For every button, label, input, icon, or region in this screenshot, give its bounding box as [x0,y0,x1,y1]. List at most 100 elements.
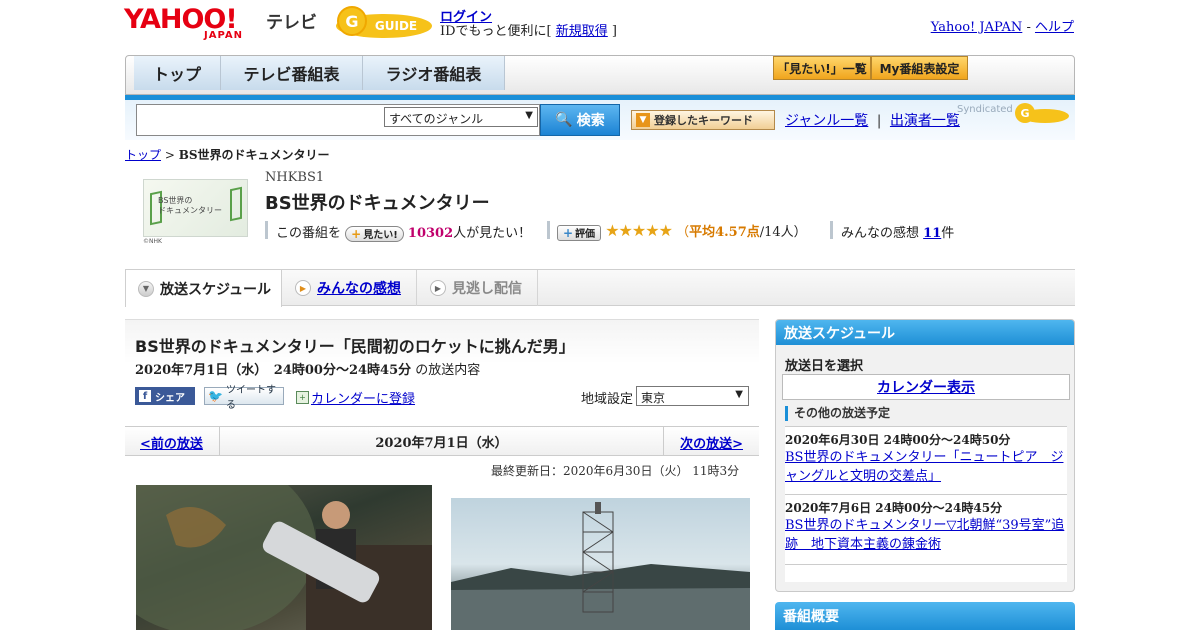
schedule-item-time: 2020年6月30日 24時00分～24時50分 [785,433,1011,447]
region-selected: 東京 [641,391,666,405]
calendar-register[interactable]: + カレンダーに登録 [296,388,415,407]
meta-divider [547,221,550,239]
thumb-text-line1: BS世界の [158,196,193,205]
other-schedule-list: 2020年6月30日 24時00分～24時50分 BS世界のドキュメンタリー「ニ… [785,426,1067,582]
channel-name: NHKBS1 [265,170,325,185]
reviews-count-link[interactable]: 11 [923,226,941,241]
svg-text:G: G [345,12,358,31]
calendar-display-button[interactable]: カレンダー表示 [782,374,1070,400]
login-suffix: ] [607,24,617,39]
mitai-group: この番組を + 見たい! 10302人が見たい！ [276,222,531,242]
signup-link[interactable]: 新規取得 [556,24,608,39]
my-schedule-button[interactable]: My番組表設定 [871,56,968,80]
next-episode-link[interactable]: 次の放送> [680,433,743,452]
episode-nav: <前の放送 2020年7月1日（水） 次の放送> [125,426,759,456]
tab-schedule-label: 放送スケジュール [160,281,272,298]
region-label: 地域設定 [581,392,634,407]
program-tabs: ▼ 放送スケジュール ▶ みんなの感想 ▶ 見逃し配信 [125,269,1075,307]
reviews-suffix: 件 [941,226,955,241]
plus-icon: + [351,226,362,241]
facebook-icon: f [139,390,151,402]
list-item: 2020年6月30日 24時00分～24時50分 BS世界のドキュメンタリー「ニ… [785,426,1067,486]
list-item: 2020年7月6日 24時00分～24時45分 BS世界のドキュメンタリー▽北朝… [785,494,1067,554]
tab-vod-label: 見逃し配信 [452,281,522,297]
episode-photo-man [136,485,432,630]
facebook-share-button[interactable]: f シェア [135,387,195,405]
thumb-title: BS世界の ドキュメンタリー [158,196,222,216]
triangle-down-icon: ▼ [636,113,650,127]
tv-logo-label[interactable]: テレビ [266,8,317,33]
global-nav: トップ テレビ番組表 ラジオ番組表 「見たい!」一覧 My番組表設定 [125,55,1075,100]
syndicated-label: Syndicated [957,104,1013,115]
search-links-sep: | [876,113,882,129]
search-button[interactable]: 🔍 検索 [540,104,620,136]
star-rating-icon: ★★★★★ [605,221,673,240]
svg-text:G: G [1020,107,1029,120]
tweet-button[interactable]: 🐦 ツイートする [204,385,284,411]
breadcrumb-top-link[interactable]: トップ [125,148,161,162]
japan-logo-text: JAPAN [204,30,243,41]
search-button-label: 検索 [576,113,605,129]
performer-list-link[interactable]: 出演者一覧 [890,113,960,129]
program-title: BS世界のドキュメンタリー [265,193,490,214]
schedule-sidebar-head: 放送スケジュール [776,320,1074,345]
mitai-button-label: 見たい! [363,230,398,241]
episode-date-time: 2020年7月1日（水） 24時00分～24時45分 [135,363,412,378]
rate-button-label: 評価 [575,229,596,240]
reviews-label: みんなの感想 [841,226,920,241]
chevron-right-icon: ▶ [430,280,446,296]
nhk-copyright: ©NHK [143,238,162,245]
yahoo-japan-logo[interactable]: YAHOO! JAPAN [124,6,264,42]
episode-date-suffix: の放送内容 [411,363,481,378]
mitai-button[interactable]: + 見たい! [345,225,404,242]
tab-reviews-label[interactable]: みんなの感想 [317,278,401,298]
tab-schedule[interactable]: ▼ 放送スケジュール [125,270,282,307]
rating-group: + 評価 ★★★★★ （平均4.57点/14人） [557,221,807,241]
last-updated: 最終更新日：2020年6月30日（火） 11時3分 [491,464,740,478]
mitai-count: 10302 [407,226,454,241]
nav-tab-radio-schedule[interactable]: ラジオ番組表 [363,56,505,90]
breadcrumb: トップ > BS世界のドキュメンタリー [125,146,330,163]
region-select[interactable]: 東京 ▼ [636,386,749,406]
facebook-share-label: シェア [155,392,185,404]
prev-episode-link[interactable]: <前の放送 [140,433,203,452]
schedule-item-link[interactable]: BS世界のドキュメンタリー「ニュートピア ジャングルと文明の交差点」 [785,448,1067,486]
mitai-list-button[interactable]: 「見たい!」一覧 [773,56,871,80]
genre-list-link[interactable]: ジャンル一覧 [785,113,868,129]
photo-tower-image [451,502,750,630]
calendar-display-link[interactable]: カレンダー表示 [877,377,975,397]
schedule-item-link[interactable]: BS世界のドキュメンタリー▽北朝鮮“39号室”追跡 地下資本主義の錬金術 [785,516,1067,554]
meta-divider [830,221,833,239]
tab-vod: ▶ 見逃し配信 [418,270,538,306]
registered-keyword-button[interactable]: ▼ 登録したキーワード [631,110,775,130]
breadcrumb-current: BS世界のドキュメンタリー [178,148,330,162]
yahoo-japan-link[interactable]: Yahoo! JAPAN [931,20,1023,35]
thumb-text-line2: ドキュメンタリー [158,206,222,215]
avg-rating: 平均4.57点 [689,225,760,240]
gguide-logo[interactable]: G GUIDE [334,6,434,40]
tab-reviews[interactable]: ▶ みんなの感想 [283,270,417,306]
chevron-right-icon: ▶ [295,280,311,296]
search-bar: すべてのジャンル ▼ 🔍 検索 ▼ 登録したキーワード ジャンル一覧 | 出演者一覧 … [125,100,1075,140]
login-prefix: IDでもっと便利に[ [440,24,556,39]
avg-prefix: （ [676,225,690,240]
program-thumbnail: BS世界の ドキュメンタリー [143,179,248,237]
breadcrumb-sep: > [161,148,179,162]
calendar-register-link[interactable]: カレンダーに登録 [311,388,415,407]
this-program-label: この番組を [276,226,342,241]
avg-suffix: /14人） [759,225,807,240]
nav-tab-tv-schedule[interactable]: テレビ番組表 [221,56,363,90]
search-links: ジャンル一覧 | 出演者一覧 [785,110,960,130]
yahoo-logo-text: YAHOO! [124,4,238,35]
svg-text:GUIDE: GUIDE [375,19,417,33]
genre-select[interactable]: すべてのジャンル ▼ [384,107,538,127]
other-schedule-label: その他の放送予定 [785,406,890,421]
nav-tab-top[interactable]: トップ [134,56,221,90]
rate-button[interactable]: + 評価 [557,224,602,241]
plus-icon: + [563,225,574,240]
gguide-small-icon: G [1015,103,1069,123]
program-meta: この番組を + 見たい! 10302人が見たい！ + 評価 ★★★★★ （平均4.5… [265,221,965,242]
login-subtext: IDでもっと便利に[ 新規取得 ] [440,20,617,39]
help-link[interactable]: ヘルプ [1035,20,1074,35]
episode-photo-launch-tower [451,498,750,630]
